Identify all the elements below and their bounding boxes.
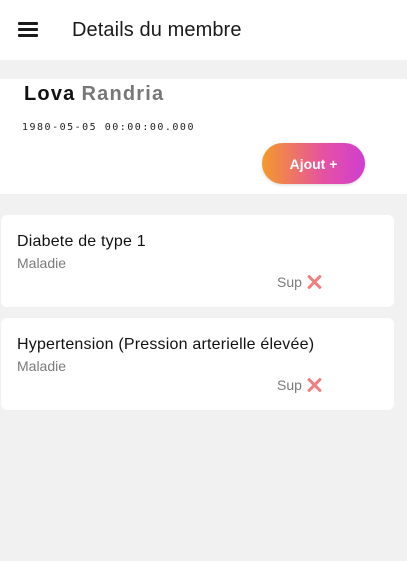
condition-title: Diabete de type 1: [17, 233, 146, 250]
condition-card: Diabete de type 1 Maladie Sup: [1, 215, 394, 307]
page-title: Details du membre: [72, 19, 242, 41]
menu-icon-bar: [18, 34, 38, 37]
delete-button[interactable]: Sup: [277, 272, 324, 292]
condition-type: Maladie: [17, 255, 67, 271]
condition-title: Hypertension (Pression arterielle élevée…: [17, 336, 315, 353]
delete-button[interactable]: Sup: [277, 375, 324, 395]
condition-card: Hypertension (Pression arterielle élevée…: [1, 318, 394, 410]
cross-mark-icon[interactable]: [306, 376, 324, 394]
delete-label: Sup: [277, 377, 302, 393]
member-last-name: Randria: [81, 83, 165, 105]
menu-icon-bar: [18, 22, 38, 25]
member-name: Lova Randria: [24, 83, 164, 106]
menu-icon[interactable]: [18, 22, 38, 38]
delete-label: Sup: [277, 274, 302, 290]
member-card: Lova Randria 1980-05-05 00:00:00.000 Ajou…: [0, 79, 407, 194]
cross-mark-icon[interactable]: [306, 273, 324, 291]
member-first-name: Lova: [24, 83, 76, 105]
app-bar: Details du membre: [0, 0, 407, 60]
add-button[interactable]: Ajout +: [262, 143, 365, 184]
menu-icon-bar: [18, 28, 38, 31]
condition-type: Maladie: [17, 358, 67, 374]
member-birth-date: 1980-05-05 00:00:00.000: [22, 122, 195, 133]
